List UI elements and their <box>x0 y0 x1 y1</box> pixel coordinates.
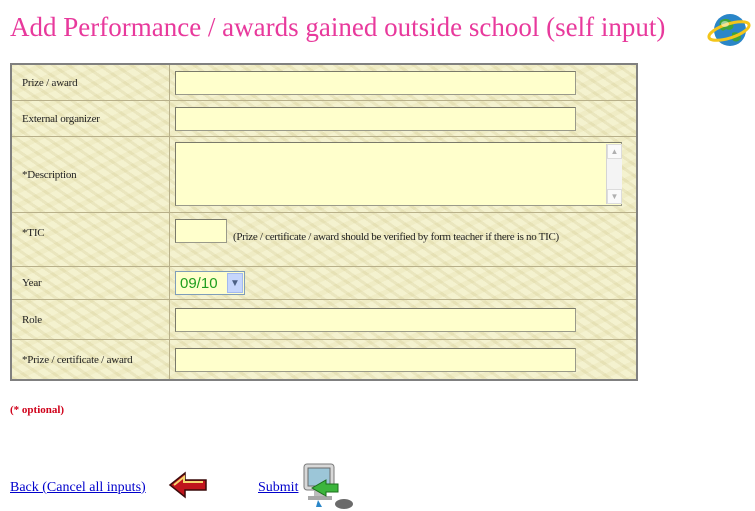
computer-icon[interactable] <box>298 460 356 511</box>
optional-note: (* optional) <box>10 404 65 416</box>
scroll-down-icon[interactable]: ▼ <box>607 189 622 204</box>
tic-input[interactable] <box>175 219 227 243</box>
tic-label: *TIC <box>12 213 170 266</box>
globe-icon <box>707 14 751 46</box>
prize-award-label: Prize / award <box>12 65 170 100</box>
role-input[interactable] <box>175 308 576 332</box>
description-scrollbar[interactable]: ▲ ▼ <box>606 144 622 204</box>
page-title: Add Performance / awards gained outside … <box>10 12 666 42</box>
row-prize-award: Prize / award <box>12 65 636 101</box>
external-organizer-label: External organizer <box>12 101 170 136</box>
row-prize-certificate-award: *Prize / certificate / award <box>12 340 636 379</box>
year-label: Year <box>12 267 170 299</box>
red-left-arrow-icon[interactable] <box>168 470 210 500</box>
award-form: Prize / award External organizer *Descri… <box>10 63 638 381</box>
year-selected-value: 09/10 <box>180 274 218 292</box>
description-textarea[interactable] <box>175 142 622 206</box>
prize-award-input[interactable] <box>175 71 576 95</box>
row-tic: *TIC (Prize / certificate / award should… <box>12 213 636 267</box>
row-year: Year 09/10 ▼ <box>12 267 636 300</box>
row-description: *Description ▲ ▼ <box>12 137 636 213</box>
tic-note: (Prize / certificate / award should be v… <box>233 231 559 243</box>
submit-link[interactable]: Submit <box>258 480 298 496</box>
description-label: *Description <box>12 137 170 212</box>
chevron-down-icon[interactable]: ▼ <box>227 273 243 293</box>
back-link[interactable]: Back (Cancel all inputs) <box>10 480 146 496</box>
scroll-up-icon[interactable]: ▲ <box>607 144 622 159</box>
prize-certificate-award-label: *Prize / certificate / award <box>12 340 170 379</box>
row-role: Role <box>12 300 636 340</box>
year-select[interactable]: 09/10 ▼ <box>175 271 245 295</box>
role-label: Role <box>12 300 170 339</box>
row-external-organizer: External organizer <box>12 101 636 137</box>
prize-certificate-award-input[interactable] <box>175 348 576 372</box>
external-organizer-input[interactable] <box>175 107 576 131</box>
